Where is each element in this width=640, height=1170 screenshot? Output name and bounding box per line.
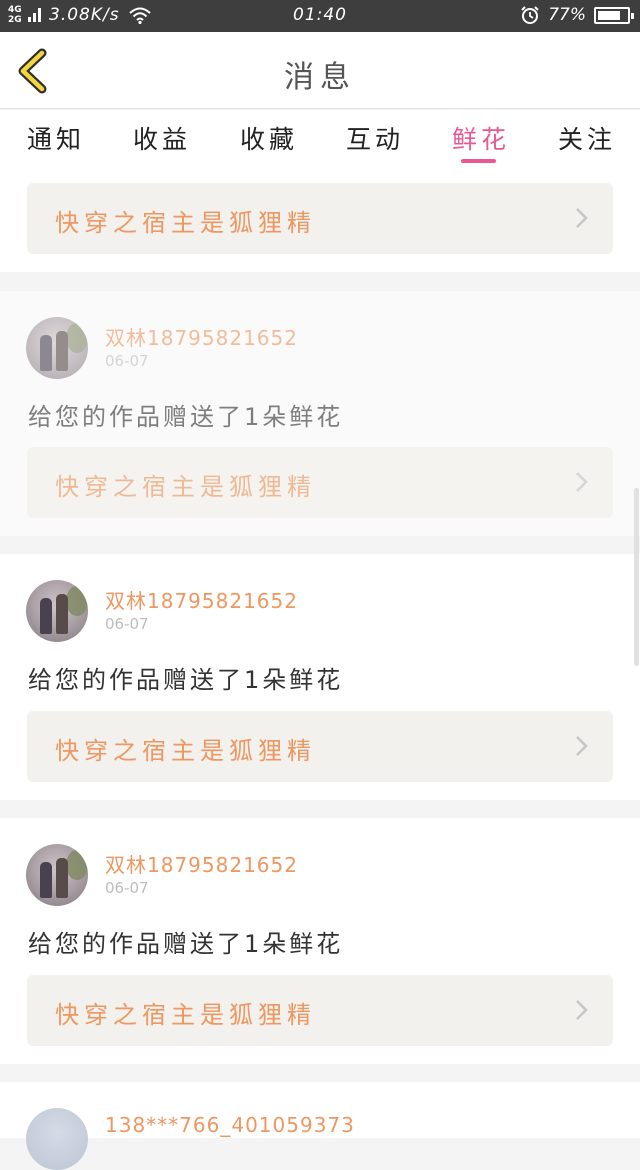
book-link[interactable]: 快穿之宿主是狐狸精 — [27, 711, 613, 782]
book-title: 快穿之宿主是狐狸精 — [55, 737, 316, 765]
message-card[interactable]: 双林18795821652 06-07 给您的作品赠送了1朵鲜花 快穿之宿主是狐… — [0, 818, 640, 1064]
tab-notifications[interactable]: 通知 — [27, 120, 85, 156]
chevron-right-icon — [576, 1000, 588, 1020]
book-link[interactable]: 快穿之宿主是狐狸精 — [27, 975, 613, 1046]
sender-name: 双林18795821652 — [105, 853, 298, 877]
message-text: 给您的作品赠送了1朵鲜花 — [28, 930, 344, 958]
sender-name: 双林18795821652 — [105, 589, 298, 613]
status-bar: 4G 2G 3.08K/s 01:40 77% — [0, 0, 640, 32]
tab-earnings[interactable]: 收益 — [133, 120, 191, 156]
battery-percent: 77% — [548, 5, 586, 25]
tab-favorites[interactable]: 收藏 — [240, 120, 298, 156]
active-tab-indicator — [461, 159, 496, 163]
tab-follows[interactable]: 关注 — [558, 120, 616, 156]
tab-flowers[interactable]: 鲜花 — [452, 120, 510, 156]
avatar — [26, 317, 88, 379]
tab-bar: 通知 收益 收藏 互动 鲜花 关注 — [0, 110, 640, 172]
battery-fill — [598, 10, 620, 20]
book-link[interactable]: 快穿之宿主是狐狸精 — [27, 447, 613, 518]
alarm-icon — [521, 6, 539, 24]
battery-icon — [594, 6, 634, 24]
sender-name: 138***766_401059373 — [105, 1113, 355, 1137]
nav-bar: 消息 — [0, 32, 640, 109]
message-card[interactable]: 双林18795821652 06-07 给您的作品赠送了1朵鲜花 快穿之宿主是狐… — [0, 291, 640, 536]
tab-interactions[interactable]: 互动 — [346, 120, 404, 156]
book-title: 快穿之宿主是狐狸精 — [55, 473, 316, 501]
message-date: 06-07 — [105, 615, 149, 633]
chevron-right-icon — [576, 208, 588, 228]
message-card: 快穿之宿主是狐狸精 — [0, 172, 640, 272]
scrollbar[interactable] — [634, 488, 639, 666]
sender-name: 双林18795821652 — [105, 326, 298, 350]
message-text: 给您的作品赠送了1朵鲜花 — [28, 666, 344, 694]
book-link[interactable]: 快穿之宿主是狐狸精 — [27, 183, 613, 254]
page-title: 消息 — [284, 60, 356, 95]
book-title: 快穿之宿主是狐狸精 — [55, 1001, 316, 1029]
message-card[interactable]: 138***766_401059373 — [0, 1082, 640, 1170]
message-text: 给您的作品赠送了1朵鲜花 — [28, 403, 344, 431]
avatar — [26, 844, 88, 906]
avatar — [26, 1108, 88, 1170]
message-card[interactable]: 双林18795821652 06-07 给您的作品赠送了1朵鲜花 快穿之宿主是狐… — [0, 554, 640, 800]
book-title: 快穿之宿主是狐狸精 — [55, 209, 316, 237]
chevron-right-icon — [576, 472, 588, 492]
message-date: 06-07 — [105, 879, 149, 897]
chevron-right-icon — [576, 736, 588, 756]
avatar — [26, 580, 88, 642]
message-date: 06-07 — [105, 352, 149, 370]
